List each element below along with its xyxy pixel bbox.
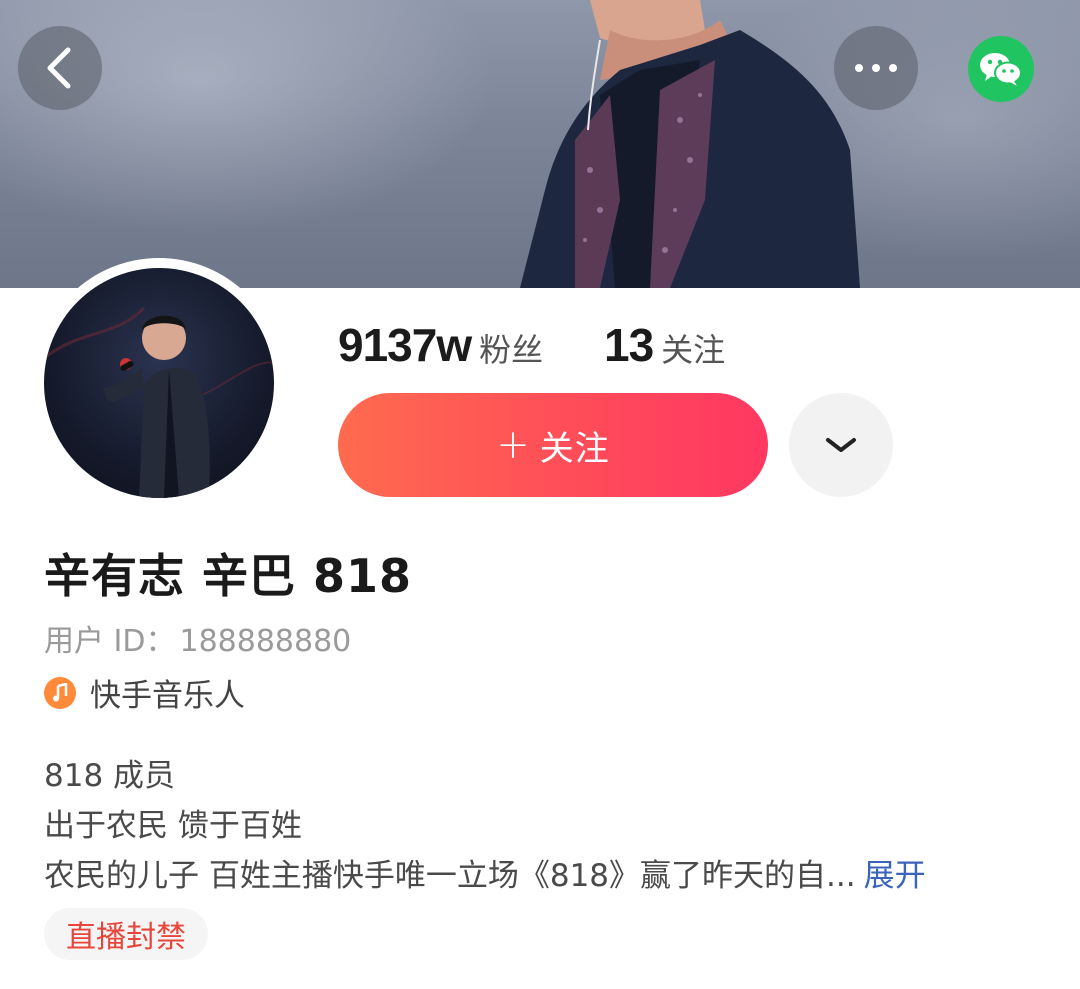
user-id-value: 188888880 [179,624,352,659]
bio-line-1: 818 成员 [44,758,176,794]
bio-expand-link[interactable]: 展开 [864,858,926,894]
plus-icon: + [496,422,530,468]
user-id-label: 用户 ID： [44,624,176,659]
avatar[interactable] [44,268,274,498]
following-count: 13 [604,319,654,371]
fans-count: 9137w [338,319,472,371]
cover-person-illustration [520,0,860,288]
musician-badge-label: 快手音乐人 [90,678,245,714]
back-button[interactable] [18,26,102,110]
follow-button[interactable]: + 关注 [338,393,768,497]
following-stat[interactable]: 13 关注 [604,318,725,372]
music-note-icon [44,676,76,709]
avatar-illustration [44,306,274,498]
live-ban-tag: 直播封禁 [44,908,208,960]
musician-badge[interactable]: 快手音乐人 [44,670,245,715]
chevron-left-icon [47,47,71,89]
wechat-icon [980,53,1022,86]
more-horizontal-icon [855,64,897,72]
more-button[interactable] [834,26,918,110]
profile-name: 辛有志 辛巴 818 [44,549,413,603]
wechat-share-button[interactable] [968,36,1034,102]
fans-stat[interactable]: 9137w 粉丝 [338,318,543,372]
cover-photo[interactable] [0,0,1080,288]
chevron-down-icon [826,438,856,452]
follow-button-label: 关注 [539,428,610,469]
bio-line-2: 出于农民 馈于百姓 [44,808,302,844]
following-label: 关注 [661,331,726,369]
fans-label: 粉丝 [479,331,544,369]
expand-recommendations-button[interactable] [789,393,893,497]
bio-line-3-text: 农民的儿子 百姓主播快手唯一立场《818》赢了昨天的自... [44,858,856,894]
user-id[interactable]: 用户 ID： 188888880 [44,616,351,660]
bio-line-3: 农民的儿子 百姓主播快手唯一立场《818》赢了昨天的自... 展开 [44,850,926,895]
